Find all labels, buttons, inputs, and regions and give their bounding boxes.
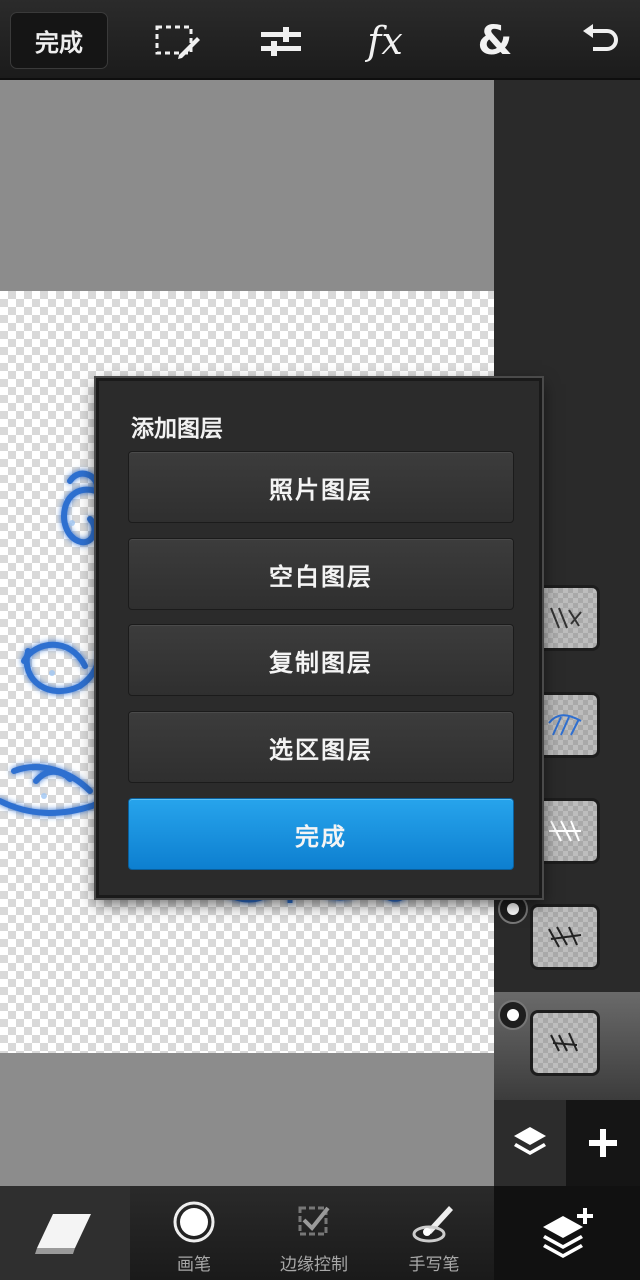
adjust-sliders-icon[interactable]: [256, 18, 306, 64]
brush-circle-icon: [171, 1194, 217, 1250]
handwriting-pen-label: 手写笔: [408, 1255, 460, 1275]
add-layer-button[interactable]: [566, 1100, 640, 1186]
ampersand-icon[interactable]: &: [470, 18, 520, 64]
dialog-done-button[interactable]: 完成: [128, 798, 514, 870]
eraser-tool-button[interactable]: [0, 1186, 130, 1280]
edge-control-button[interactable]: 边缘控制: [268, 1186, 360, 1280]
layer-stack-add-icon: [543, 1208, 593, 1258]
duplicate-layer-button[interactable]: 复制图层: [128, 624, 514, 696]
undo-icon[interactable]: [574, 18, 624, 64]
handwriting-pen-icon: [411, 1194, 457, 1250]
selection-layer-button[interactable]: 选区图层: [128, 711, 514, 783]
layers-toggle-button[interactable]: [494, 1100, 566, 1186]
layer-stack-add-button[interactable]: [494, 1186, 640, 1280]
edge-control-label: 边缘控制: [280, 1255, 348, 1275]
layers-icon: [514, 1127, 546, 1155]
layer-thumbnail-5[interactable]: [530, 1010, 600, 1076]
layer-visibility-toggle-4[interactable]: [498, 894, 528, 924]
layer-thumbnail-4[interactable]: [530, 904, 600, 970]
fx-icon[interactable]: fx: [360, 18, 410, 64]
layer-visibility-toggle-5[interactable]: [498, 1000, 528, 1030]
blank-layer-button[interactable]: 空白图层: [128, 538, 514, 610]
brush-label: 画笔: [177, 1255, 211, 1275]
select-edit-icon[interactable]: [152, 18, 202, 64]
edge-control-icon: [294, 1194, 334, 1250]
eraser-icon: [35, 1214, 91, 1254]
dialog-title: 添加图层: [131, 415, 223, 442]
plus-icon: [589, 1129, 617, 1157]
bottom-toolbar: 画笔 边缘控制 手写笔: [0, 1186, 640, 1280]
add-layer-dialog: 添加图层 照片图层 空白图层 复制图层 选区图层 完成: [96, 378, 542, 898]
handwriting-pen-button[interactable]: 手写笔: [398, 1186, 470, 1280]
brush-tool-button[interactable]: 画笔: [150, 1186, 238, 1280]
photo-layer-button[interactable]: 照片图层: [128, 451, 514, 523]
done-button[interactable]: 完成: [10, 12, 108, 69]
top-toolbar: 完成 fx &: [0, 0, 640, 80]
